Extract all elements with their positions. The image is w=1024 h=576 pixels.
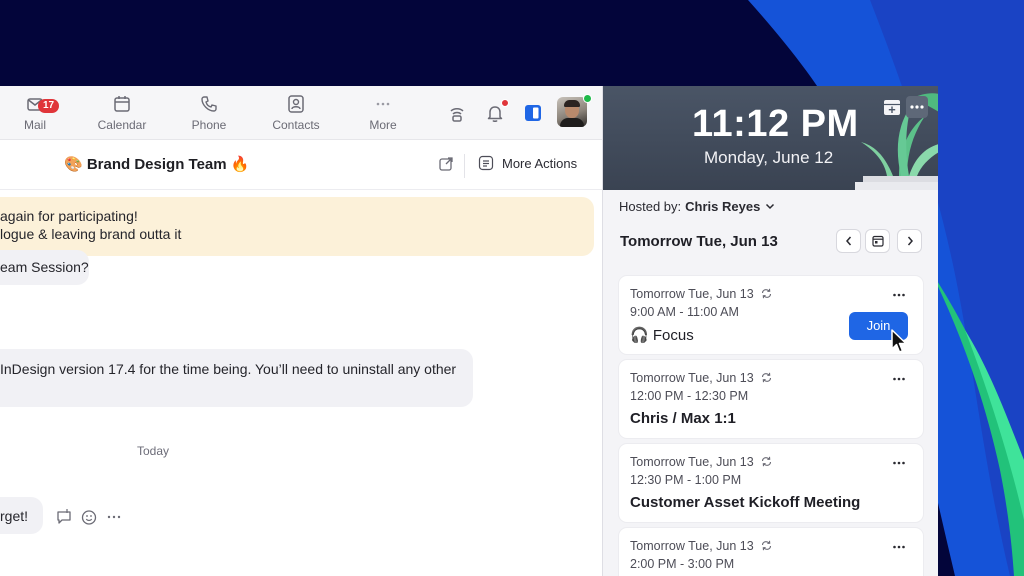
event-time: 12:30 PM - 1:00 PM (630, 473, 742, 487)
event-more-icon[interactable] (891, 539, 907, 560)
more-dots-icon (348, 94, 418, 114)
nav-mail-label: Mail (23, 118, 46, 132)
list-icon (478, 155, 494, 171)
message-text: rget! (0, 508, 29, 524)
calendar-today-icon (872, 235, 884, 247)
message-bubble: InDesign version 17.4 for the time being… (0, 349, 473, 407)
side-panel-toggle-icon[interactable] (522, 102, 544, 124)
calendar-add-icon[interactable] (881, 96, 903, 118)
message-bubble-highlighted: again for participating! logue & leaving… (0, 197, 594, 256)
event-date: Tomorrow Tue, Jun 13 (630, 287, 773, 301)
event-card[interactable]: Tomorrow Tue, Jun 13 9:00 AM - 11:00 AM … (619, 276, 923, 354)
event-card[interactable]: Tomorrow Tue, Jun 13 12:30 PM - 1:00 PM … (619, 444, 923, 522)
mail-icon (0, 94, 70, 114)
message-more-icon[interactable] (105, 508, 123, 531)
message-bubble: rget! (0, 497, 43, 534)
event-time: 12:00 PM - 12:30 PM (630, 389, 749, 403)
nav-more[interactable]: More (348, 94, 418, 132)
top-navigation-bar: Mail 17 Calendar Phone Contacts More (0, 86, 602, 140)
event-date: Tomorrow Tue, Jun 13 (630, 539, 773, 553)
nav-calendar[interactable]: Calendar (87, 94, 157, 132)
date-separator: Today (137, 444, 170, 458)
message-text: again for participating! (0, 208, 138, 224)
more-actions-button[interactable]: More Actions (478, 155, 577, 171)
event-date: Tomorrow Tue, Jun 13 (630, 455, 773, 469)
notification-dot (501, 99, 509, 107)
next-day-button[interactable] (897, 229, 922, 253)
calendar-icon (87, 94, 157, 114)
event-time: 2:00 PM - 3:00 PM (630, 557, 735, 571)
nav-phone[interactable]: Phone (174, 94, 244, 132)
nav-contacts[interactable]: Contacts (261, 94, 331, 132)
reply-icon[interactable] (55, 508, 73, 531)
chat-window: Mail 17 Calendar Phone Contacts More 🎨 B… (0, 86, 602, 576)
online-status-dot (583, 94, 592, 103)
clock-time: 11:12 PM (692, 103, 859, 145)
today-button[interactable] (865, 229, 890, 253)
event-time: 9:00 AM - 11:00 AM (630, 305, 739, 319)
phone-icon (174, 94, 244, 114)
more-actions-label: More Actions (502, 156, 578, 171)
event-more-icon[interactable] (891, 371, 907, 392)
hosted-by-label: Hosted by: (619, 199, 682, 214)
contacts-icon (261, 94, 331, 114)
message-text: InDesign version 17.4 for the time being… (0, 361, 457, 377)
header-divider (464, 154, 465, 178)
recurring-icon (761, 288, 771, 299)
message-bubble: eam Session? (0, 250, 89, 285)
mail-unread-badge: 17 (38, 99, 60, 113)
event-more-icon[interactable] (891, 455, 907, 476)
zoom-rooms-icon[interactable] (446, 102, 468, 124)
previous-day-button[interactable] (836, 229, 861, 253)
recurring-icon (761, 456, 771, 467)
event-title: Chris / Max 1:1 (630, 410, 736, 427)
user-avatar[interactable] (557, 97, 587, 127)
clock-date: Monday, June 12 (704, 148, 834, 167)
event-date: Tomorrow Tue, Jun 13 (630, 371, 773, 385)
nav-mail[interactable]: Mail 17 (0, 94, 70, 132)
nav-contacts-label: Contacts (272, 118, 320, 132)
recurring-icon (761, 372, 771, 383)
event-title: 🎧 Focus (630, 327, 694, 344)
chevron-down-icon (766, 203, 775, 210)
event-card[interactable]: Tomorrow Tue, Jun 13 12:00 PM - 12:30 PM… (619, 360, 923, 438)
message-text: logue & leaving brand outta it (0, 226, 182, 242)
event-more-icon[interactable] (891, 287, 907, 308)
nav-more-label: More (369, 118, 397, 132)
nav-phone-label: Phone (191, 118, 227, 132)
nav-calendar-label: Calendar (97, 118, 147, 132)
calendar-panel: 11:12 PM Monday, June 12 Hosted by: Chris… (602, 86, 938, 576)
chat-header: 🎨 Brand Design Team 🔥 More Actions (0, 140, 602, 190)
chat-title: 🎨 Brand Design Team 🔥 (64, 156, 250, 173)
clock-header: 11:12 PM Monday, June 12 (603, 86, 938, 190)
add-reaction-icon[interactable] (80, 508, 98, 531)
chevron-right-icon (907, 236, 913, 246)
mouse-cursor-icon (891, 329, 907, 353)
hosted-by-selector[interactable]: Hosted by: Chris Reyes (619, 199, 776, 214)
message-text: eam Session? (0, 259, 89, 275)
event-card[interactable]: Tomorrow Tue, Jun 13 2:00 PM - 3:00 PM (619, 528, 923, 576)
panel-more-icon[interactable] (906, 96, 928, 118)
pop-out-icon[interactable] (438, 156, 454, 177)
event-title: Customer Asset Kickoff Meeting (630, 494, 861, 511)
selected-day-title: Tomorrow Tue, Jun 13 (620, 233, 778, 250)
recurring-icon (761, 540, 771, 551)
chevron-left-icon (846, 236, 852, 246)
host-name: Chris Reyes (685, 199, 761, 214)
